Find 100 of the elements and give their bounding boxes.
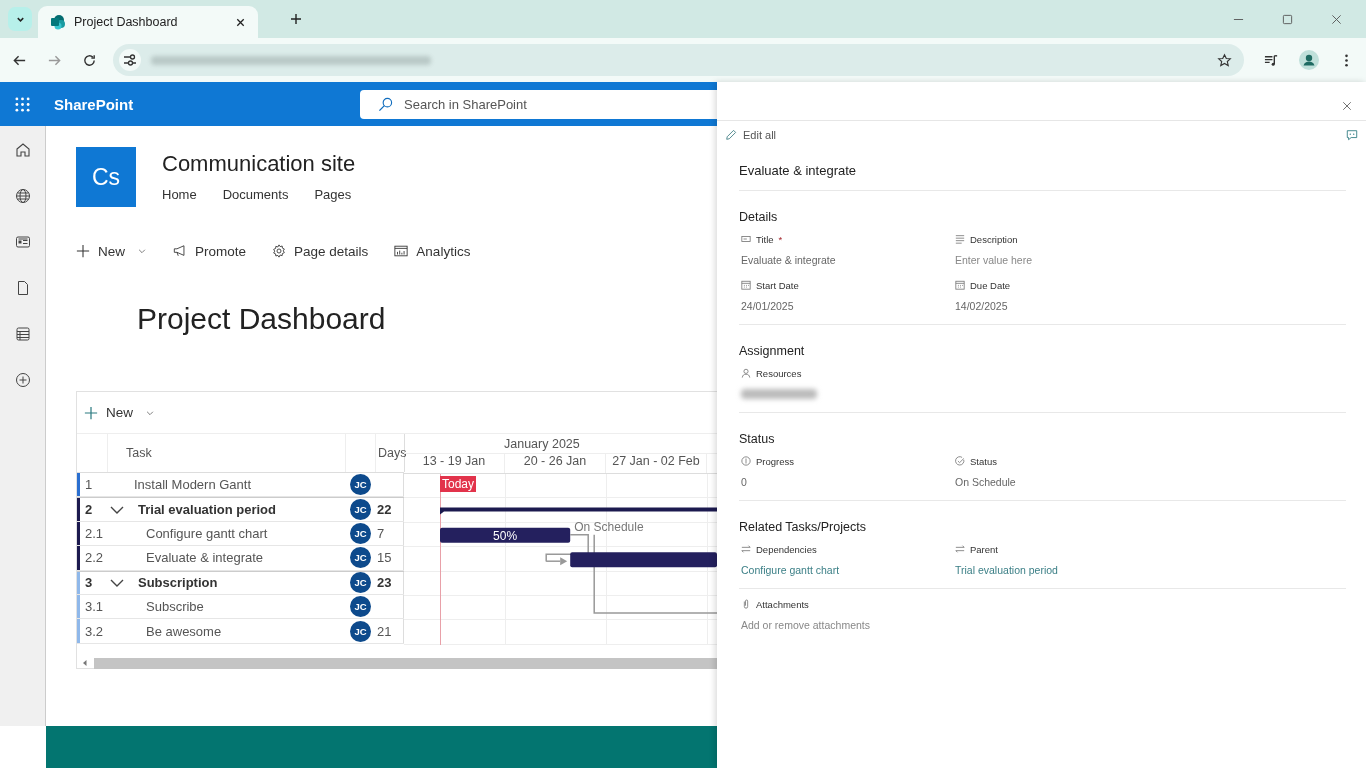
plus-icon	[76, 244, 90, 258]
task-name[interactable]: Configure gantt chart	[146, 525, 268, 541]
reload-icon[interactable]	[82, 52, 97, 68]
nav-link[interactable]: Documents	[222, 187, 289, 202]
page-title: Project Dashboard	[137, 304, 387, 334]
globe-icon[interactable]	[14, 188, 31, 204]
comment-icon[interactable]	[1346, 129, 1358, 141]
summary-bar[interactable]	[440, 507, 717, 515]
star-icon[interactable]	[1217, 52, 1232, 68]
field-label: Progress	[756, 455, 794, 467]
task-name[interactable]: Be awesome	[146, 623, 222, 639]
row-number: 2	[77, 498, 108, 521]
check-circle-icon	[955, 456, 965, 466]
field-label: Title	[756, 233, 774, 245]
task-name[interactable]: Subscribe	[146, 599, 204, 615]
plus-icon	[84, 405, 98, 420]
status-note: On Schedule	[574, 519, 644, 534]
nav-link[interactable]: Home	[162, 187, 197, 202]
task-name[interactable]: Trial evaluation period	[138, 502, 276, 518]
command-button[interactable]: Page details	[272, 243, 369, 259]
textbox-icon	[741, 234, 751, 244]
app-name[interactable]: SharePoint	[54, 95, 360, 113]
row-number: 2.2	[77, 546, 108, 570]
lines-icon	[955, 234, 965, 244]
field-label: Parent	[970, 543, 998, 555]
close-icon[interactable]	[235, 16, 246, 28]
progress-icon	[741, 456, 751, 466]
row-number: 3.2	[77, 619, 108, 643]
collapse-icon[interactable]	[110, 577, 124, 588]
list-icon[interactable]	[14, 326, 31, 342]
home-icon[interactable]	[14, 142, 31, 158]
task-name[interactable]: Subscription	[138, 575, 218, 591]
field-value[interactable]: 0	[741, 474, 953, 490]
close-window-icon[interactable]	[1331, 13, 1342, 25]
create-icon[interactable]	[14, 372, 31, 388]
field-link[interactable]: Configure gantt chart	[741, 562, 953, 578]
days-value: 23	[377, 575, 392, 591]
days-value: 22	[377, 502, 392, 518]
calendar-icon	[955, 280, 965, 290]
collapse-icon[interactable]	[110, 504, 124, 515]
resource-avatar: JC	[350, 522, 371, 544]
column-header[interactable]: Task	[108, 434, 346, 472]
command-button[interactable]: Promote	[173, 243, 247, 259]
field-value[interactable]: Evaluate & integrate	[741, 252, 953, 268]
section-heading: Status	[739, 432, 776, 446]
resource-avatar: JC	[350, 596, 371, 618]
new-tab-icon[interactable]	[290, 13, 302, 25]
app-launcher-icon[interactable]	[15, 96, 30, 112]
media-icon[interactable]	[1264, 52, 1279, 68]
resource-avatar: JC	[350, 620, 371, 642]
field-link[interactable]: Trial evaluation period	[955, 562, 1167, 578]
days-value: 15	[377, 550, 392, 566]
tab-title: Project Dashboard	[74, 15, 179, 29]
field-label: Dependencies	[756, 543, 817, 555]
command-button[interactable]: Analytics	[394, 243, 471, 259]
field-label: Attachments	[756, 598, 809, 610]
description-field[interactable]: Enter value here	[955, 252, 1145, 268]
field-label: Resources	[756, 367, 802, 379]
resource-avatar: JC	[350, 499, 371, 521]
site-name[interactable]: Communication site	[162, 151, 356, 177]
section-heading: Assignment	[739, 344, 806, 358]
progress-label: 50%	[493, 528, 518, 543]
week-header: 20 - 26 Jan	[505, 454, 606, 473]
scroll-left-icon[interactable]	[81, 659, 89, 668]
field-value[interactable]: 24/01/2025	[741, 298, 953, 314]
row-number: 3.1	[77, 594, 108, 619]
row-number: 2.1	[77, 521, 108, 546]
profile-icon[interactable]	[1299, 50, 1319, 70]
required-mark: *	[778, 233, 783, 245]
news-icon[interactable]	[14, 234, 31, 250]
tab-search-button[interactable]	[8, 7, 32, 31]
maximize-icon[interactable]	[1282, 13, 1293, 25]
calendar-icon	[741, 280, 751, 290]
chart-icon	[394, 244, 409, 258]
swap-icon	[955, 544, 965, 554]
search-icon	[378, 96, 393, 112]
field-value[interactable]: 14/02/2025	[955, 298, 1167, 314]
browser-tab[interactable]: Project Dashboard	[38, 6, 258, 38]
week-header: 27 Jan - 02 Feb	[606, 454, 707, 473]
task-name[interactable]: Evaluate & integrate	[146, 550, 264, 566]
section-heading: Details	[739, 210, 779, 224]
new-button[interactable]: New	[84, 405, 155, 420]
field-value[interactable]: On Schedule	[955, 474, 1167, 490]
task-bar[interactable]	[440, 527, 571, 543]
attachments-field[interactable]: Add or remove attachments	[741, 617, 931, 633]
task-bar[interactable]	[570, 552, 717, 568]
new-button[interactable]: New	[76, 243, 147, 259]
resource-avatar: JC	[350, 474, 371, 496]
field-label: Due Date	[970, 279, 1011, 291]
caret-icon	[137, 246, 147, 256]
nav-link[interactable]: Pages	[314, 187, 352, 202]
pencil-icon	[725, 129, 737, 141]
field-label: Description	[970, 233, 1018, 245]
swap-icon	[741, 544, 751, 554]
site-settings-icon[interactable]	[119, 49, 141, 71]
edit-all-button[interactable]: Edit all	[725, 129, 777, 141]
gear-icon	[272, 244, 287, 258]
task-name[interactable]: Install Modern Gantt	[134, 477, 252, 493]
sharepoint-logo-icon	[50, 14, 66, 30]
column-header[interactable]: Days	[376, 434, 405, 472]
